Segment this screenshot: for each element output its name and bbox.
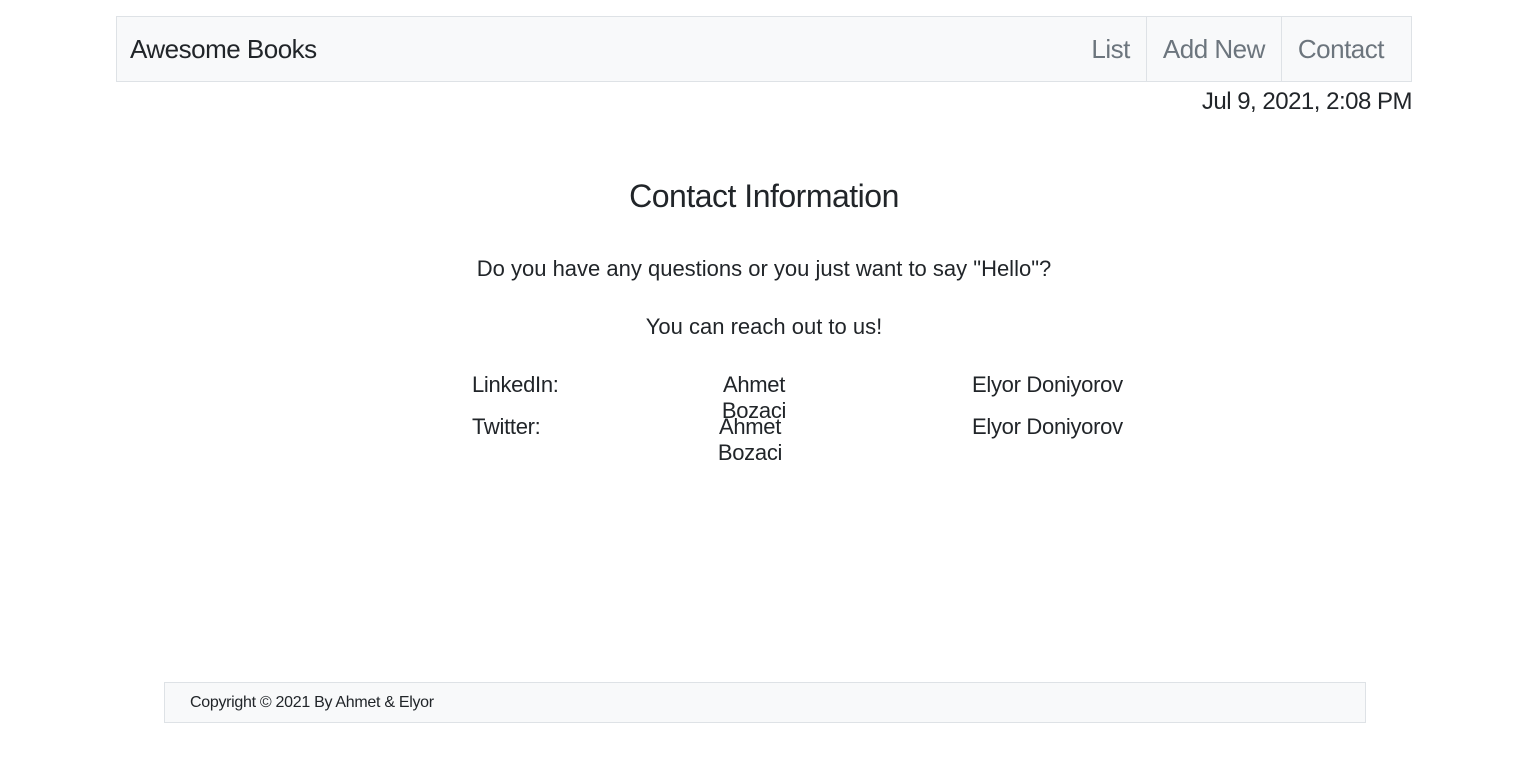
current-datetime: Jul 9, 2021, 2:08 PM bbox=[1201, 88, 1413, 115]
nav-link-contact[interactable]: Contact bbox=[1280, 17, 1411, 81]
linkedin-link-elyor[interactable]: Elyor Doniyorov bbox=[972, 372, 1123, 402]
contact-question: Do you have any questions or you just wa… bbox=[476, 256, 1052, 281]
nav-link-add-new[interactable]: Add New bbox=[1145, 17, 1281, 81]
brand-logo[interactable]: Awesome Books bbox=[130, 34, 317, 65]
contact-title: Contact Information bbox=[629, 178, 899, 214]
twitter-link-elyor[interactable]: Elyor Doniyorov bbox=[972, 414, 1123, 444]
contact-reach-text: You can reach out to us! bbox=[645, 314, 883, 339]
linkedin-label: LinkedIn: bbox=[472, 372, 559, 397]
nav-link-list[interactable]: List bbox=[1075, 17, 1145, 81]
twitter-label: Twitter: bbox=[472, 414, 541, 439]
contact-section: Contact Information Do you have any ques… bbox=[0, 178, 1528, 339]
twitter-link-ahmet[interactable]: Ahmet Bozaci bbox=[698, 414, 802, 465]
linkedin-link-ahmet[interactable]: Ahmet Bozaci bbox=[702, 372, 806, 423]
navbar: Awesome Books List Add New Contact bbox=[116, 16, 1412, 82]
copyright-text: Copyright © 2021 By Ahmet & Elyor bbox=[190, 693, 434, 711]
footer: Copyright © 2021 By Ahmet & Elyor bbox=[164, 682, 1366, 723]
nav-links: List Add New Contact bbox=[1075, 17, 1411, 81]
